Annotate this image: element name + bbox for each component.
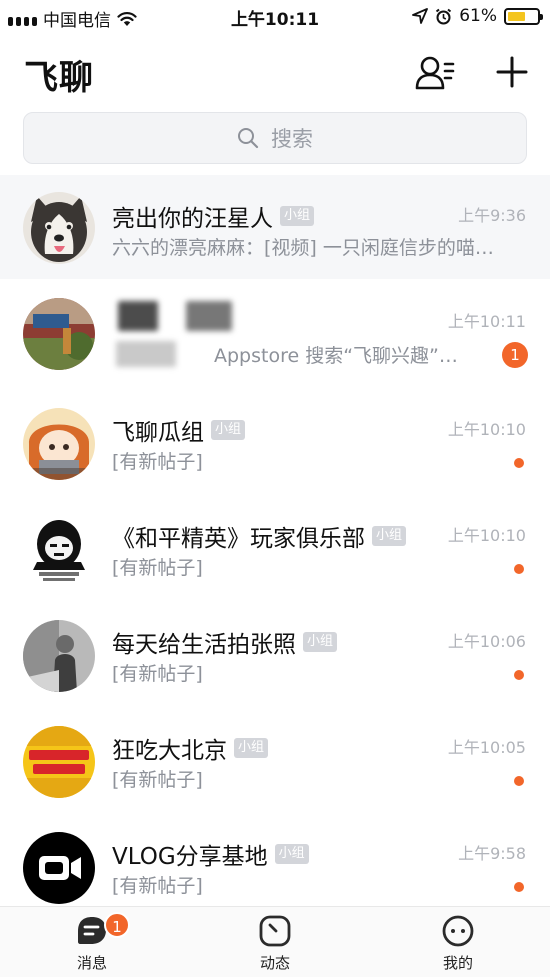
chat-item-contact[interactable]: Appstore 搜索“飞聊兴趣”… 上午10:11 1 <box>0 279 550 389</box>
chat-name-line: 《和平精英》玩家俱乐部 小组 <box>112 519 407 553</box>
chat-item-beijing-food[interactable]: 狂吃大北京 小组 [有新帖子] 上午10:05 <box>0 707 550 813</box>
group-tag: 小组 <box>372 526 407 546</box>
unread-dot <box>514 670 524 680</box>
moments-icon <box>259 915 291 947</box>
redacted-preview <box>116 341 176 367</box>
chat-item-gua-zu[interactable]: 飞聊瓜组 小组 [有新帖子] 上午10:10 <box>0 389 550 495</box>
chat-name: 狂吃大北京 <box>112 738 227 764</box>
chat-time: 上午9:58 <box>458 844 526 863</box>
chat-preview: Appstore 搜索“飞聊兴趣”… <box>214 345 458 367</box>
status-right: 61% <box>412 6 543 26</box>
unread-dot <box>514 882 524 892</box>
alarm-icon <box>436 8 452 24</box>
contacts-icon[interactable] <box>414 54 456 92</box>
group-tag: 小组 <box>303 632 338 652</box>
redacted-name <box>186 301 232 331</box>
chat-name-line: 亮出你的汪星人 小组 <box>112 199 315 233</box>
search-placeholder: 搜索 <box>271 127 313 151</box>
avatar <box>23 620 95 692</box>
avatar <box>23 192 95 264</box>
chat-name-line: VLOG分享基地 小组 <box>112 837 309 871</box>
profile-icon <box>442 915 474 947</box>
chat-name-line: 飞聊瓜组 小组 <box>112 413 246 447</box>
chat-name: 亮出你的汪星人 <box>112 206 273 232</box>
chat-name: 每天给生活拍张照 <box>112 632 296 658</box>
chat-preview: [有新帖子] <box>112 557 203 579</box>
unread-dot <box>514 458 524 468</box>
tab-messages[interactable]: 消息 <box>37 913 147 973</box>
chat-time: 上午10:11 <box>447 312 526 331</box>
chat-preview: [有新帖子] <box>112 663 203 685</box>
chat-name-line: 每天给生活拍张照 小组 <box>112 625 338 659</box>
search-icon <box>238 128 259 149</box>
tab-label: 我的 <box>442 954 473 972</box>
chat-preview: 六六的漂亮麻麻：[视频] 一只闲庭信步的喵… <box>112 237 494 259</box>
chat-name: 《和平精英》玩家俱乐部 <box>112 526 365 552</box>
chat-time: 上午10:05 <box>447 738 526 757</box>
battery-icon <box>504 7 543 25</box>
plus-icon[interactable] <box>494 54 530 90</box>
avatar <box>23 726 95 798</box>
chat-name: 飞聊瓜组 <box>112 420 204 446</box>
unread-dot <box>514 776 524 786</box>
avatar <box>23 408 95 480</box>
status-bar: 中国电信 上午10:11 61% <box>0 0 550 32</box>
page-title: 飞聊 <box>24 58 94 98</box>
battery-fill <box>508 11 526 21</box>
group-tag: 小组 <box>274 844 309 864</box>
chat-time: 上午10:10 <box>447 526 526 545</box>
tab-label: 动态 <box>259 954 290 972</box>
tab-profile[interactable]: 我的 <box>403 913 513 973</box>
unread-dot <box>514 564 524 574</box>
tab-moments[interactable]: 动态 <box>220 913 330 973</box>
chat-time: 上午10:06 <box>447 632 526 651</box>
tab-bar: 消息 1 动态 我的 <box>0 906 550 977</box>
group-tag: 小组 <box>211 420 246 440</box>
redacted-name <box>118 301 158 331</box>
search-input[interactable]: 搜索 <box>23 112 527 164</box>
header: 飞聊 <box>0 40 550 104</box>
avatar <box>23 514 95 586</box>
group-tag: 小组 <box>234 738 269 758</box>
group-tag: 小组 <box>280 206 315 226</box>
chat-name-line: 狂吃大北京 小组 <box>112 731 269 765</box>
chat-preview: [有新帖子] <box>112 769 203 791</box>
chat-time: 上午10:10 <box>447 420 526 439</box>
tab-badge: 1 <box>104 912 130 938</box>
chat-item-heping-jingying[interactable]: 《和平精英》玩家俱乐部 小组 [有新帖子] 上午10:10 <box>0 495 550 601</box>
battery-percent: 61% <box>459 6 497 26</box>
chat-item-vlog[interactable]: VLOG分享基地 小组 [有新帖子] 上午9:58 <box>0 813 550 919</box>
chat-preview: [有新帖子] <box>112 875 203 897</box>
chat-name: VLOG分享基地 <box>112 844 268 870</box>
chat-item-wangxingren[interactable]: 亮出你的汪星人 小组 六六的漂亮麻麻：[视频] 一只闲庭信步的喵… 上午9:36 <box>0 175 550 279</box>
chat-list: 亮出你的汪星人 小组 六六的漂亮麻麻：[视频] 一只闲庭信步的喵… 上午9:36… <box>0 175 550 919</box>
chat-item-daily-photo[interactable]: 每天给生活拍张照 小组 [有新帖子] 上午10:06 <box>0 601 550 707</box>
avatar <box>23 298 95 370</box>
chat-time: 上午9:36 <box>458 206 526 225</box>
avatar <box>23 832 95 904</box>
location-icon <box>412 8 429 24</box>
tab-label: 消息 <box>76 954 107 972</box>
chat-preview: [有新帖子] <box>112 451 203 473</box>
unread-badge: 1 <box>502 342 528 368</box>
